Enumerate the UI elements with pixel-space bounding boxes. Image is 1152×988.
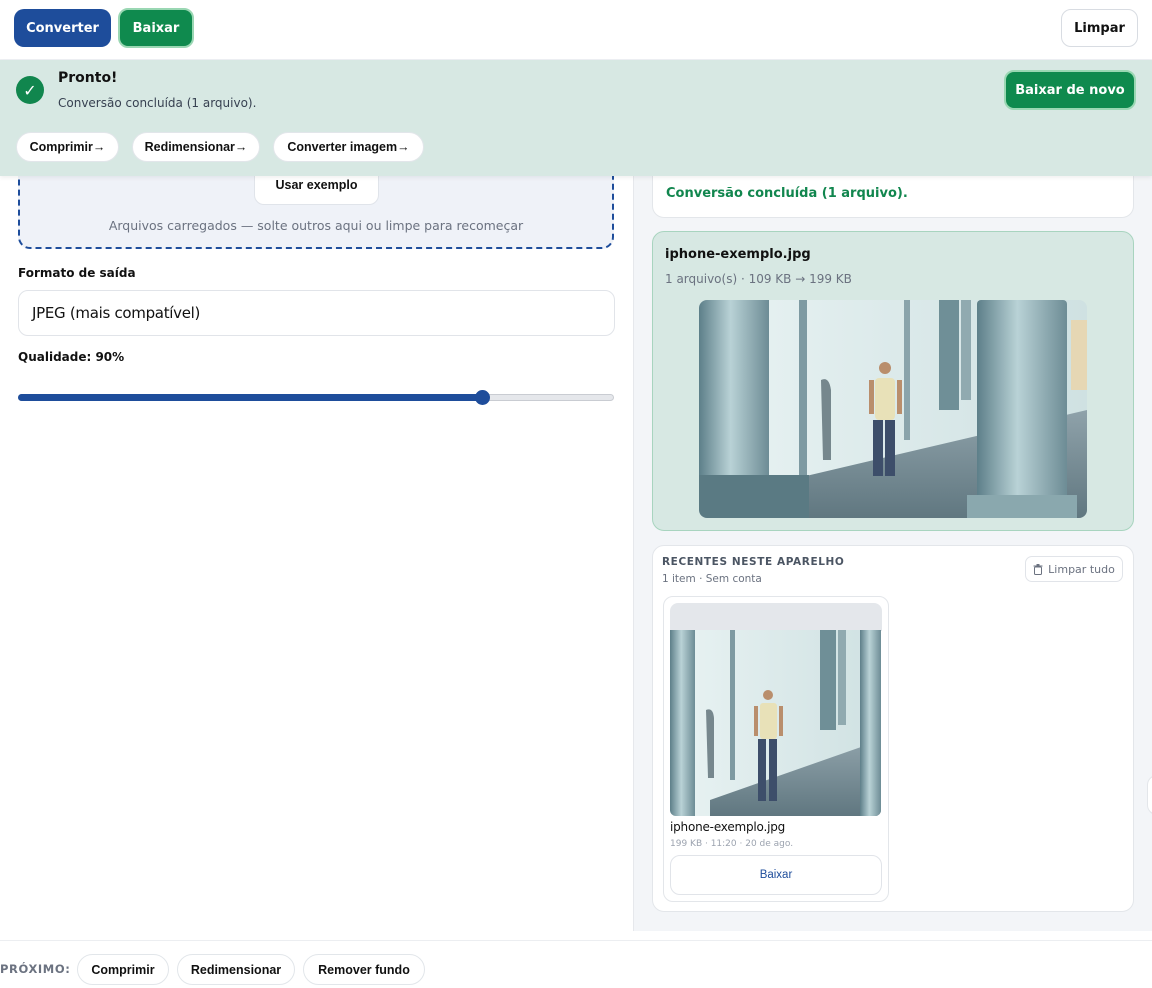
recent-subtitle: 1 item · Sem conta [662, 573, 762, 585]
download-again-button[interactable]: Baixar de novo [1004, 70, 1136, 110]
result-preview-image [699, 300, 1087, 518]
recent-item-download-button[interactable]: Baixar [670, 855, 882, 895]
download-button[interactable]: Baixar [118, 8, 194, 48]
recent-item-thumbnail [670, 630, 881, 816]
bottom-compress-button[interactable]: Comprimir [77, 954, 169, 985]
clear-button[interactable]: Limpar [1061, 9, 1138, 47]
banner-title: Pronto! [58, 70, 118, 86]
trash-icon [1033, 563, 1043, 575]
quality-label: Qualidade: 90% [18, 350, 125, 364]
next-steps-bar [0, 940, 1152, 988]
side-handle[interactable] [1147, 775, 1152, 815]
clear-all-button[interactable]: Limpar tudo [1025, 556, 1123, 582]
next-label: PRÓXIMO: [0, 962, 71, 976]
convert-button[interactable]: Converter [14, 9, 111, 47]
bottom-remove-background-button[interactable]: Remover fundo [303, 954, 425, 985]
banner-subtitle: Conversão concluída (1 arquivo). [58, 96, 257, 110]
next-compress-button[interactable]: Comprimir→ [16, 132, 119, 162]
next-convert-image-button[interactable]: Converter imagem→ [273, 132, 424, 162]
recent-title: RECENTES NESTE APARELHO [662, 556, 845, 568]
quality-slider-handle[interactable] [475, 390, 491, 405]
result-file-meta: 1 arquivo(s) · 109 KB → 199 KB [665, 272, 852, 286]
recent-item-name: iphone-exemplo.jpg [670, 820, 786, 834]
status-message: Conversão concluída (1 arquivo). [666, 186, 908, 201]
result-file-name: iphone-exemplo.jpg [665, 247, 811, 262]
next-resize-button[interactable]: Redimensionar→ [132, 132, 260, 162]
clear-all-label: Limpar tudo [1048, 562, 1115, 576]
check-icon: ✓ [16, 76, 44, 104]
output-format-select[interactable]: JPEG (mais compatível) [18, 290, 615, 336]
quality-slider-fill [18, 394, 483, 401]
dropzone-hint: Arquivos carregados — solte outros aqui … [108, 218, 524, 233]
recent-item-header [670, 603, 882, 631]
bottom-resize-button[interactable]: Redimensionar [177, 954, 295, 985]
recent-item-meta: 199 KB · 11:20 · 20 de ago. [670, 839, 794, 849]
format-label: Formato de saída [18, 266, 136, 280]
